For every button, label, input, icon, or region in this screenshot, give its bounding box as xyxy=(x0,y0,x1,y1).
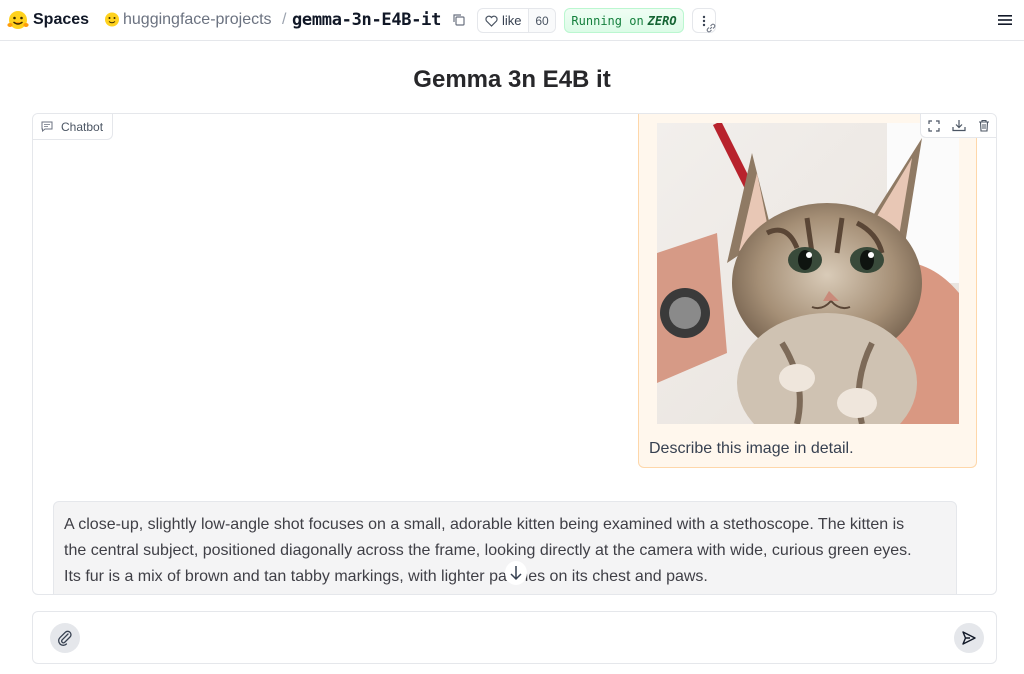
message-input[interactable] xyxy=(93,625,943,651)
attach-file-button[interactable] xyxy=(50,623,80,653)
like-label: like xyxy=(502,13,522,28)
user-message-text: Describe this image in detail. xyxy=(649,440,854,457)
paperclip-icon xyxy=(58,630,72,646)
download-icon xyxy=(951,120,966,132)
hamburger-menu-icon[interactable] xyxy=(997,13,1013,27)
copy-icon[interactable] xyxy=(452,13,466,27)
repo-name-link[interactable]: gemma-3n-E4B-it xyxy=(292,10,441,30)
clear-chat-button[interactable] xyxy=(971,114,996,137)
spaces-link[interactable]: Spaces xyxy=(33,11,89,29)
arrow-down-icon xyxy=(510,566,522,581)
hugging-face-logo-icon[interactable] xyxy=(7,10,29,30)
top-nav-bar: Spaces huggingface-projects / gemma-3n-E… xyxy=(0,0,1024,41)
fullscreen-icon xyxy=(927,119,940,132)
chatbot-toolbar xyxy=(920,114,996,138)
fullscreen-button[interactable] xyxy=(921,114,946,137)
org-avatar-icon xyxy=(105,12,119,27)
like-toggle[interactable]: like xyxy=(478,9,529,32)
scroll-to-bottom-button[interactable] xyxy=(505,561,527,585)
like-button[interactable]: like 60 xyxy=(477,8,556,33)
user-message: Describe this image in detail. xyxy=(638,114,977,468)
running-status-badge[interactable]: Running on ZERO xyxy=(564,8,684,33)
assistant-message: A close-up, slightly low-angle shot focu… xyxy=(53,501,957,594)
download-button[interactable] xyxy=(946,114,971,137)
status-hardware: ZERO xyxy=(647,13,677,28)
trash-icon xyxy=(978,119,989,132)
breadcrumb-separator: / xyxy=(282,11,287,28)
chatbot-label: Chatbot xyxy=(33,114,114,140)
chatbot-panel[interactable]: Chatbot Describe this image in detail. A… xyxy=(32,113,997,595)
link-icon xyxy=(706,23,716,33)
heart-icon xyxy=(485,15,498,27)
status-prefix: Running on xyxy=(571,13,644,28)
message-input-box xyxy=(32,611,997,664)
send-button[interactable] xyxy=(954,623,984,653)
chatbot-label-text: Chatbot xyxy=(61,119,104,134)
send-icon xyxy=(962,631,976,645)
kitten-image[interactable] xyxy=(657,123,959,424)
assistant-message-line: A close-up, slightly low-angle shot focu… xyxy=(64,516,905,533)
chat-bubble-icon xyxy=(41,121,53,132)
page-title: Gemma 3n E4B it xyxy=(413,66,611,93)
like-count[interactable]: 60 xyxy=(529,9,555,32)
org-link[interactable]: huggingface-projects xyxy=(123,11,272,29)
assistant-message-line: the central subject, positioned diagonal… xyxy=(64,542,912,559)
